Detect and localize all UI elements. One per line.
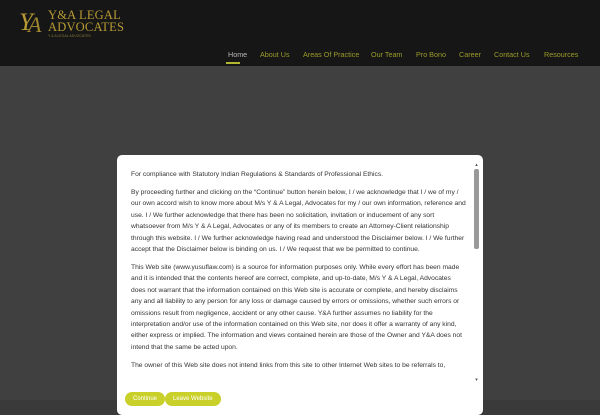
logo-tagline: Y & A LEGAL ADVOCATES bbox=[48, 34, 91, 38]
disclaimer-paragraph: By proceeding further and clicking on th… bbox=[131, 189, 466, 254]
leave-website-button[interactable]: Leave Website bbox=[165, 392, 221, 406]
logo-mark-icon: Y A bbox=[19, 9, 42, 36]
disclaimer-text: For compliance with Statutory Indian Reg… bbox=[131, 169, 467, 378]
nav-item-home[interactable]: Home bbox=[228, 50, 247, 59]
disclaimer-paragraph: The owner of this Web site does not inte… bbox=[131, 361, 446, 369]
nav-item-resources[interactable]: Resources bbox=[544, 50, 578, 59]
continue-button[interactable]: Continue bbox=[125, 392, 166, 406]
disclaimer-paragraph: For compliance with Statutory Indian Reg… bbox=[131, 171, 384, 178]
nav-item-areas-of-practice[interactable]: Areas Of Practice bbox=[303, 50, 359, 59]
nav-item-about-us[interactable]: About Us bbox=[260, 50, 290, 59]
logo[interactable]: Y A Y&A LEGAL ADVOCATES Y & A LEGAL ADVO… bbox=[18, 6, 128, 38]
nav-item-contact-us[interactable]: Contact Us bbox=[494, 50, 530, 59]
scrollbar-thumb[interactable] bbox=[474, 169, 479, 249]
site-header: Y A Y&A LEGAL ADVOCATES Y & A LEGAL ADVO… bbox=[0, 0, 600, 66]
scroll-up-arrow-icon[interactable]: ▴ bbox=[474, 163, 479, 168]
nav-item-our-team[interactable]: Our Team bbox=[371, 50, 402, 59]
logo-line2: ADVOCATES bbox=[48, 20, 125, 34]
nav-item-career[interactable]: Career bbox=[459, 50, 481, 59]
scroll-down-arrow-icon[interactable]: ▾ bbox=[474, 378, 479, 383]
modal-scrollbar[interactable]: ▴ ▾ bbox=[474, 163, 479, 383]
disclaimer-modal: For compliance with Statutory Indian Reg… bbox=[117, 155, 483, 415]
nav-active-indicator bbox=[226, 62, 240, 64]
svg-text:A: A bbox=[26, 12, 42, 36]
nav-item-pro-bono[interactable]: Pro Bono bbox=[416, 50, 446, 59]
disclaimer-paragraph: This Web site (www.yusuflaw.com) is a so… bbox=[131, 264, 462, 351]
